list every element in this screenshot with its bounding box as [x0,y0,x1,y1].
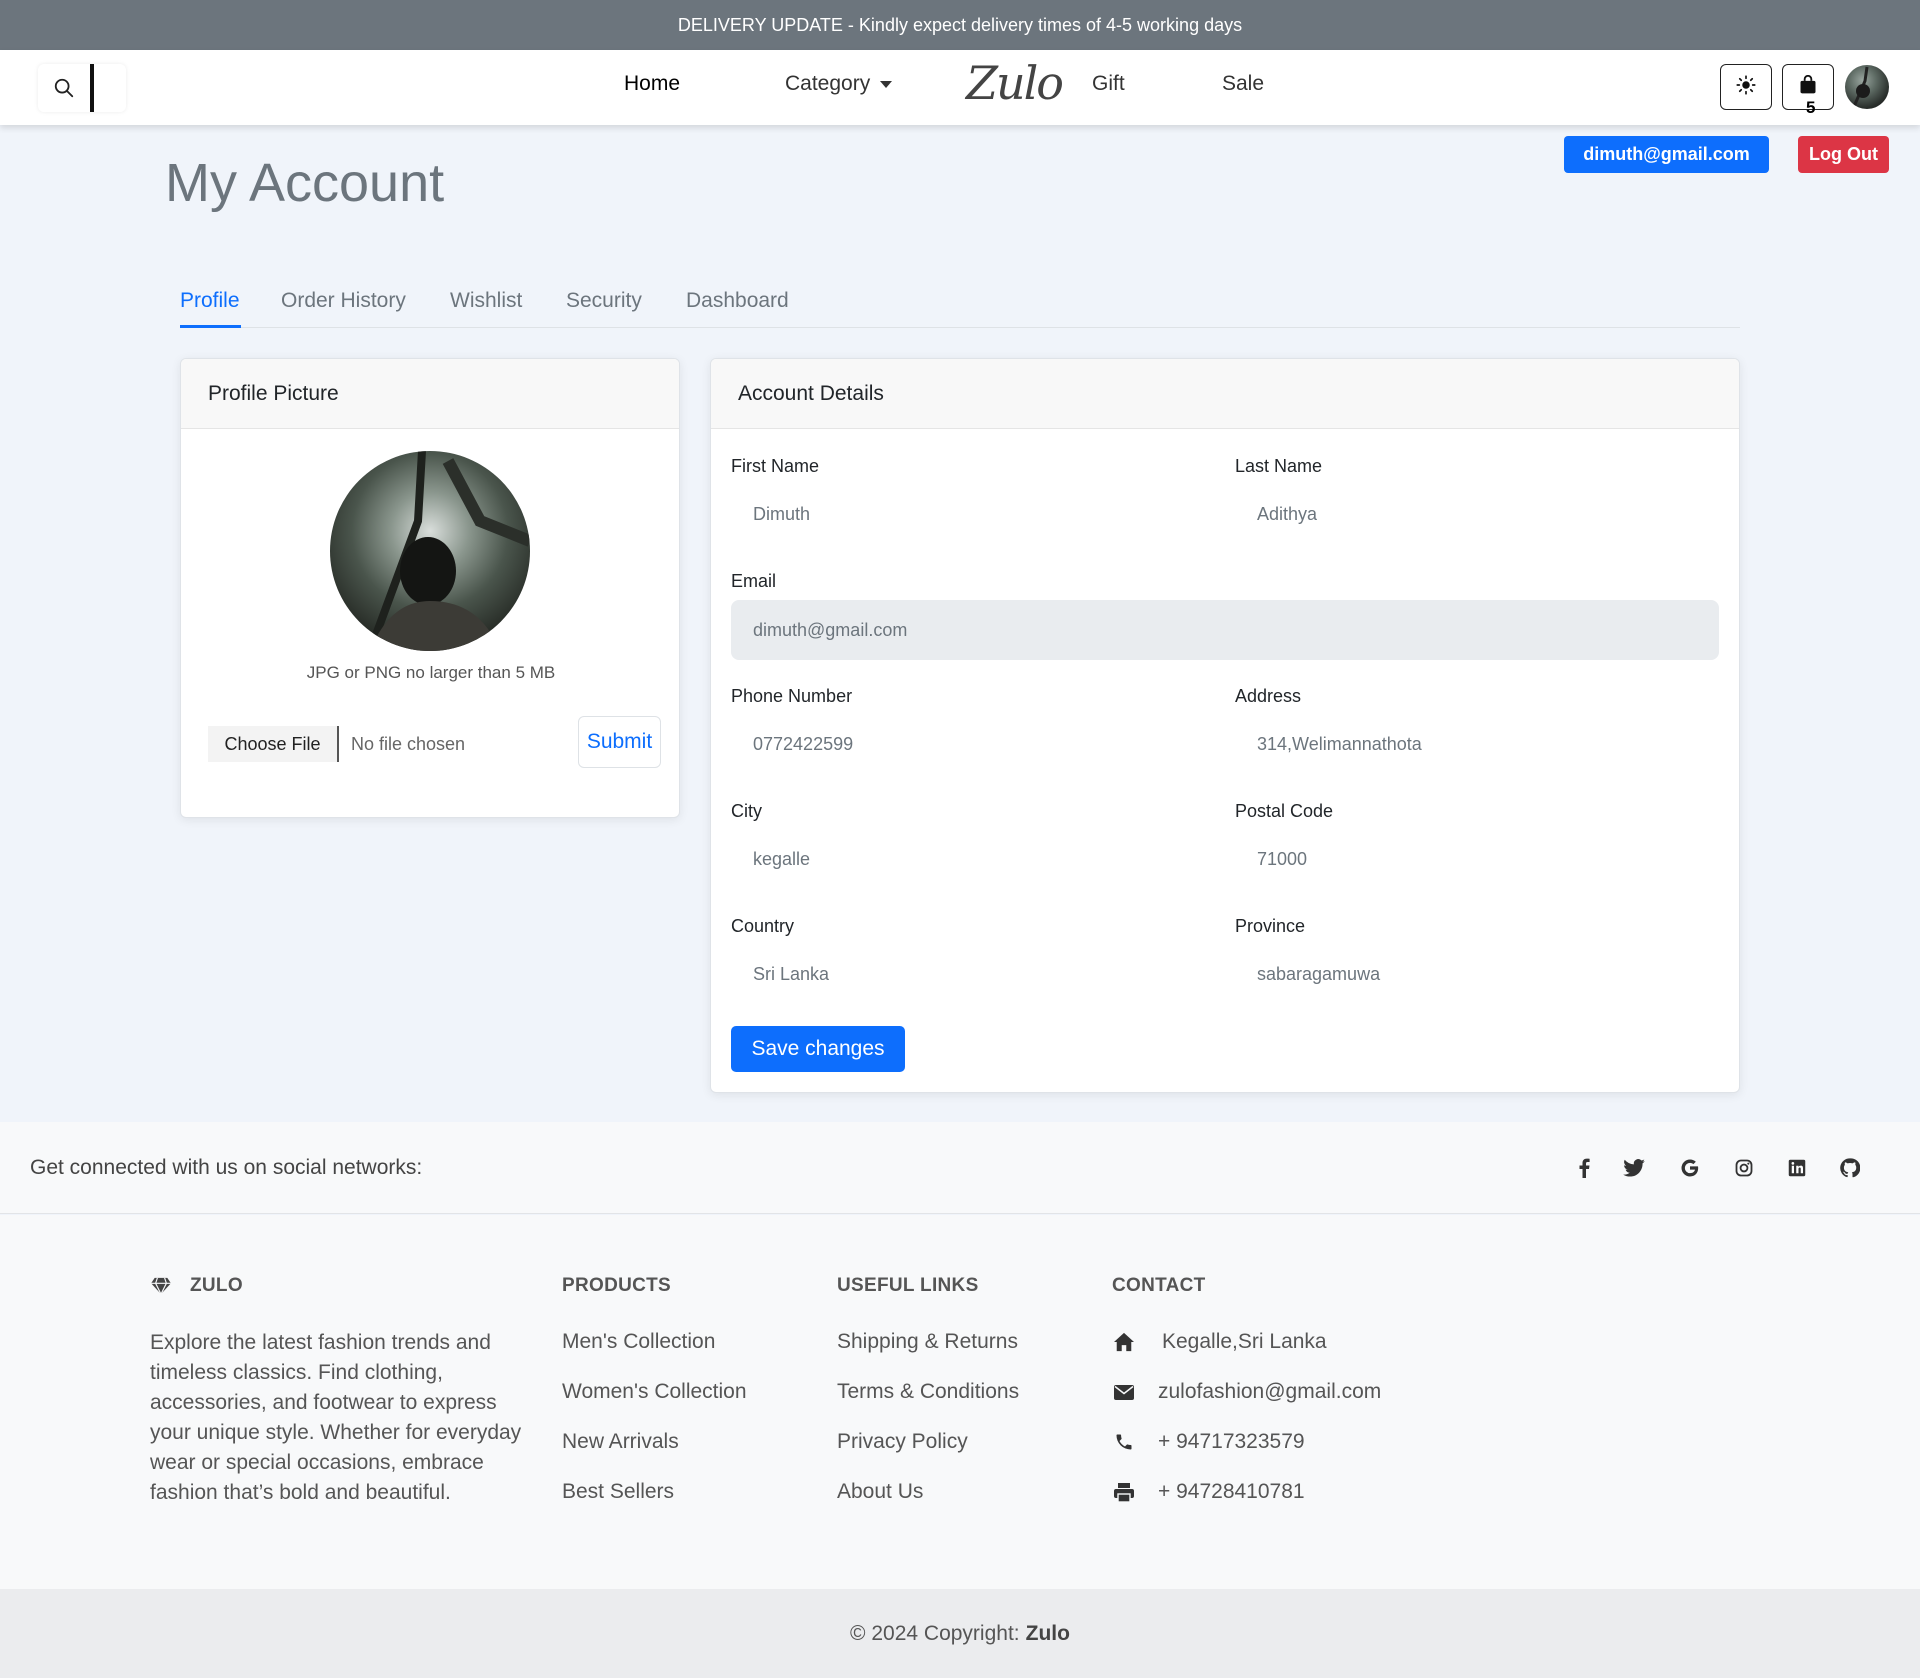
footer-link-privacy[interactable]: Privacy Policy [837,1430,968,1454]
country-field[interactable]: Sri Lanka [731,950,1211,998]
copyright-bar: © 2024 Copyright: Zulo [0,1589,1920,1678]
address-field[interactable]: 314,Welimannathota [1235,720,1715,768]
email-label: Email [731,571,777,591]
brand-logo[interactable]: Zulo [966,56,1064,110]
instagram-icon[interactable] [1732,1156,1756,1180]
submit-button[interactable]: Submit [578,716,661,768]
social-text: Get connected with us on social networks… [30,1156,423,1179]
caret-down-icon [880,80,893,88]
active-tab-indicator [180,325,241,328]
footer-link-best-sellers[interactable]: Best Sellers [562,1480,674,1504]
footer: ZULO Explore the latest fashion trends a… [0,1215,1920,1589]
footer-description: Explore the latest fashion trends and ti… [150,1331,522,1504]
contact-address: Kegalle,Sri Lanka [1112,1330,1327,1354]
phone-field[interactable]: 0772422599 [731,720,1211,768]
cart-count-badge: 5 [1806,98,1816,117]
postal-code-field[interactable]: 71000 [1235,835,1715,883]
logout-button[interactable]: Log Out [1798,136,1889,173]
profile-picture [330,451,530,651]
shopping-bag-icon [1798,74,1818,100]
page-title: My Account [165,153,445,213]
sun-icon [1736,74,1756,100]
first-name-field[interactable]: Dimuth [731,490,1211,538]
footer-link-mens[interactable]: Men's Collection [562,1330,715,1354]
file-upload-row: Choose File No file chosen Submit [208,716,661,770]
delivery-banner: DELIVERY UPDATE - Kindly expect delivery… [0,0,1920,50]
tab-order-history[interactable]: Order History [281,289,406,313]
footer-brand: ZULO [150,1275,243,1297]
profile-picture-header: Profile Picture [181,359,679,429]
envelope-icon [1112,1381,1136,1403]
contact-fax: + 94728410781 [1112,1480,1305,1504]
province-field[interactable]: sabaragamuwa [1235,950,1715,998]
account-details-card: Account Details First Name Dimuth Last N… [710,358,1740,1093]
facebook-icon[interactable] [1572,1156,1596,1180]
last-name-label: Last Name [1235,456,1323,476]
products-heading: PRODUCTS [562,1275,672,1296]
nav-home-link[interactable]: Home [624,72,680,96]
address-label: Address [1235,686,1302,706]
first-name-label: First Name [731,456,820,476]
account-details-header: Account Details [711,359,1739,429]
search-box[interactable] [38,64,126,112]
home-icon [1112,1331,1136,1353]
tab-security[interactable]: Security [566,289,642,313]
copyright-brand[interactable]: Zulo [1026,1622,1070,1646]
github-icon[interactable] [1838,1156,1862,1180]
tab-profile[interactable]: Profile [180,289,240,313]
tab-dashboard[interactable]: Dashboard [686,289,789,313]
footer-link-shipping[interactable]: Shipping & Returns [837,1330,1018,1354]
contact-phone: + 94717323579 [1112,1430,1305,1454]
last-name-field[interactable]: Adithya [1235,490,1715,538]
phone-icon [1112,1431,1136,1453]
useful-links-heading: USEFUL LINKS [837,1275,979,1296]
file-status: No file chosen [351,734,466,754]
footer-link-womens[interactable]: Women's Collection [562,1380,747,1404]
social-bar: Get connected with us on social networks… [0,1122,1920,1214]
save-changes-button[interactable]: Save changes [731,1026,905,1072]
twitter-icon[interactable] [1622,1156,1646,1180]
nav-gift-link[interactable]: Gift [1092,72,1125,96]
footer-brand-name: ZULO [190,1275,243,1296]
footer-link-new-arrivals[interactable]: New Arrivals [562,1430,679,1454]
gem-icon [150,1277,172,1295]
postal-code-label: Postal Code [1235,801,1334,821]
upload-hint: JPG or PNG no larger than 5 MB [306,663,556,682]
contact-email: zulofashion@gmail.com [1112,1380,1381,1404]
search-cursor [90,64,94,112]
city-field[interactable]: kegalle [731,835,1211,883]
nav-category-label: Category [785,72,871,95]
country-label: Country [731,916,795,936]
contact-heading: CONTACT [1112,1275,1206,1296]
city-label: City [731,801,762,821]
province-label: Province [1235,916,1306,936]
phone-label: Phone Number [731,686,853,706]
banner-text: DELIVERY UPDATE - Kindly expect delivery… [677,14,1243,35]
user-avatar[interactable] [1845,65,1889,109]
navbar: Home Category Zulo Gift Sale 5 [0,50,1920,125]
printer-icon [1112,1481,1136,1503]
copyright-text: © 2024 Copyright: [850,1621,1020,1645]
choose-file-button[interactable]: Choose File [208,726,339,762]
tab-wishlist[interactable]: Wishlist [450,289,522,313]
search-icon[interactable] [38,64,90,112]
profile-picture-card: Profile Picture JPG or PNG no larger tha… [180,358,680,818]
account-tabs: Profile Order History Wishlist Security … [180,285,1740,328]
linkedin-icon[interactable] [1785,1156,1809,1180]
user-email-button[interactable]: dimuth@gmail.com [1564,136,1769,173]
footer-link-about[interactable]: About Us [837,1480,923,1504]
google-icon[interactable] [1678,1156,1702,1180]
theme-toggle-button[interactable] [1720,64,1772,110]
nav-sale-link[interactable]: Sale [1222,72,1264,96]
nav-category-dropdown[interactable]: Category [785,72,893,96]
footer-link-terms[interactable]: Terms & Conditions [837,1380,1019,1404]
email-field: dimuth@gmail.com [731,600,1719,660]
